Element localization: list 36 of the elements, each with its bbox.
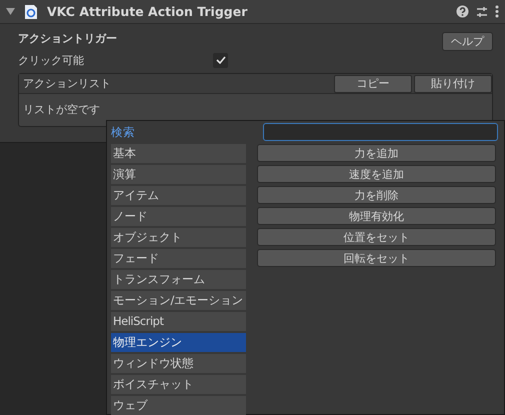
category-item[interactable]: ノード (111, 207, 246, 226)
clickable-label: クリック可能 (18, 52, 84, 68)
action-button[interactable]: 力を追加 (257, 144, 496, 162)
action-button[interactable]: 速度を追加 (257, 165, 496, 183)
category-item[interactable]: ウィンドウ状態 (111, 354, 246, 373)
action-button[interactable]: 回転をセット (257, 249, 496, 267)
search-field[interactable] (263, 123, 498, 141)
category-item[interactable]: モーション/エモーション (111, 291, 246, 310)
category-item[interactable]: アイテム (111, 186, 246, 205)
category-item[interactable]: 基本 (111, 144, 246, 163)
action-button[interactable]: 物理有効化 (257, 207, 496, 225)
category-item[interactable]: フェード (111, 249, 246, 268)
checkmark-icon (216, 56, 226, 64)
help-icon[interactable] (456, 5, 469, 18)
section-title: アクショントリガー (18, 30, 117, 46)
component-title: VKC Attribute Action Trigger (47, 4, 248, 19)
search-label: 検索 (111, 124, 136, 140)
action-button[interactable]: 力を削除 (257, 186, 496, 204)
action-list-title: アクションリスト (23, 76, 112, 91)
category-item[interactable]: HeliScript (111, 312, 246, 331)
list-button[interactable]: コピー (334, 74, 412, 92)
foldout-arrow-icon[interactable] (6, 7, 15, 16)
more-menu-icon[interactable] (495, 5, 499, 18)
category-item[interactable]: ボイスチャット (111, 375, 246, 394)
category-item[interactable]: 物理エンジン (111, 333, 246, 352)
settings-icon[interactable] (475, 4, 489, 18)
category-item[interactable]: オブジェクト (111, 228, 246, 247)
category-item[interactable]: 演算 (111, 165, 246, 184)
action-button[interactable]: 位置をセット (257, 228, 496, 246)
script-file-icon (24, 4, 38, 20)
category-item[interactable]: ウェブ (111, 396, 246, 415)
category-item[interactable]: トランスフォーム (111, 270, 246, 289)
empty-list-message: リストが空です (22, 102, 101, 118)
list-button[interactable]: 貼り付け (414, 74, 492, 92)
help-button[interactable]: ヘルプ (442, 32, 493, 50)
clickable-checkbox[interactable] (213, 52, 228, 68)
